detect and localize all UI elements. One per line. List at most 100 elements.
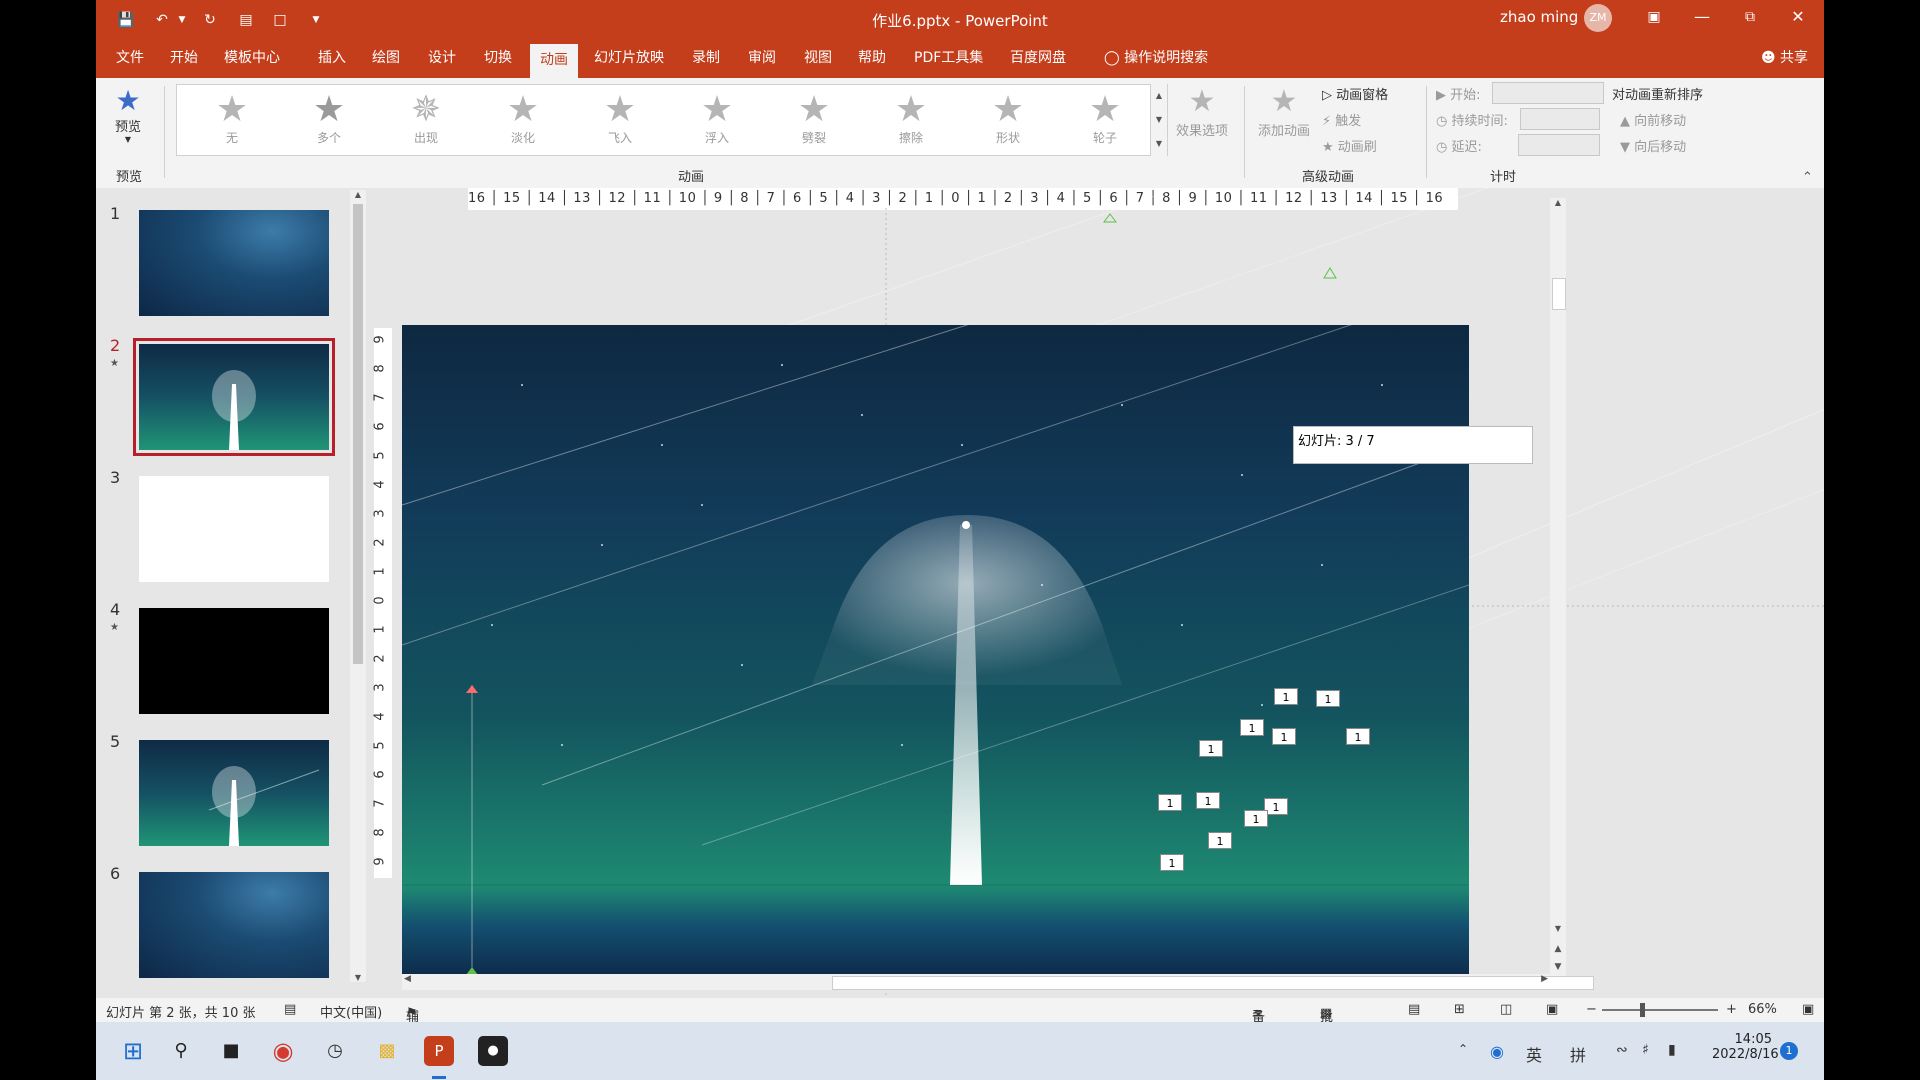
scroll-up-icon[interactable]: ▲ bbox=[1550, 198, 1566, 207]
slide-thumbnail-2[interactable] bbox=[133, 338, 335, 456]
battery-icon[interactable]: ▮ bbox=[1668, 1042, 1676, 1058]
scroll-down-icon[interactable]: ▼ bbox=[1550, 924, 1566, 933]
tell-me-search[interactable]: ◯ 操作说明搜索 bbox=[1094, 40, 1218, 76]
language-indicator[interactable]: 中文(中国) bbox=[320, 1002, 382, 1021]
tab-pdf-tools[interactable]: PDF工具集 bbox=[904, 40, 993, 76]
animation-order-tag[interactable]: 1 bbox=[1199, 740, 1223, 757]
gallery-more-icon[interactable]: ▼ bbox=[1151, 132, 1167, 156]
move-later-button[interactable]: ▼ 向后移动 bbox=[1620, 136, 1686, 155]
wifi-icon[interactable]: ∾ bbox=[1616, 1042, 1628, 1058]
anim-split[interactable]: ★ 劈裂 bbox=[779, 91, 849, 151]
windows-start-icon[interactable]: ⊞ bbox=[118, 1036, 148, 1066]
preview-button[interactable]: ★ 预览 ▼ bbox=[108, 86, 148, 145]
delay-input[interactable] bbox=[1518, 134, 1600, 156]
spellcheck-icon[interactable]: ▤ bbox=[284, 1002, 296, 1017]
slide-thumbnail-6[interactable] bbox=[139, 872, 329, 978]
reading-view-icon[interactable]: ◫ bbox=[1500, 1002, 1512, 1017]
restore-icon[interactable]: ⧉ bbox=[1726, 0, 1774, 36]
zoom-slider[interactable] bbox=[1602, 1009, 1718, 1011]
anim-appear[interactable]: ✵ 出现 bbox=[391, 91, 461, 151]
start-select[interactable] bbox=[1492, 82, 1604, 104]
thumbnails-scrollbar[interactable]: ▲ ▼ bbox=[350, 190, 366, 982]
volume-icon[interactable]: ♯ bbox=[1642, 1042, 1649, 1058]
tab-file[interactable]: 文件 bbox=[106, 40, 154, 76]
zoom-slider-thumb[interactable] bbox=[1640, 1003, 1645, 1017]
notification-badge[interactable]: 1 bbox=[1780, 1042, 1798, 1060]
tab-review[interactable]: 审阅 bbox=[738, 40, 786, 76]
animation-painter-button[interactable]: ★ 动画刷 bbox=[1322, 136, 1377, 155]
chrome-icon[interactable]: ◉ bbox=[268, 1036, 298, 1066]
zoom-level[interactable]: 66% bbox=[1748, 1002, 1777, 1017]
anim-fly-in[interactable]: ★ 飞入 bbox=[585, 91, 655, 151]
tab-transitions[interactable]: 切换 bbox=[474, 40, 522, 76]
animation-pane-button[interactable]: ▷ 动画窗格 bbox=[1322, 84, 1388, 103]
tab-help[interactable]: 帮助 bbox=[848, 40, 896, 76]
tab-draw[interactable]: 绘图 bbox=[362, 40, 410, 76]
avatar[interactable]: ZM bbox=[1584, 4, 1612, 32]
file-explorer-icon[interactable]: ▩ bbox=[372, 1036, 402, 1066]
scroll-thumb[interactable] bbox=[832, 976, 1594, 990]
scroll-right-icon[interactable]: ▶ bbox=[1541, 974, 1548, 984]
minimize-icon[interactable]: — bbox=[1678, 0, 1726, 36]
scroll-left-icon[interactable]: ◀ bbox=[404, 974, 411, 984]
tab-view[interactable]: 视图 bbox=[794, 40, 842, 76]
share-button[interactable]: ☻ 共享 bbox=[1761, 40, 1808, 76]
anim-none[interactable]: ★ 无 bbox=[197, 91, 267, 151]
tab-templates[interactable]: 模板中心 bbox=[214, 40, 290, 76]
animation-order-tag[interactable]: 1 bbox=[1208, 832, 1232, 849]
scroll-thumb[interactable] bbox=[1552, 278, 1566, 310]
slideshow-view-icon[interactable]: ▣ bbox=[1546, 1002, 1558, 1017]
close-icon[interactable]: ✕ bbox=[1774, 0, 1822, 36]
slide-sorter-icon[interactable]: ⊞ bbox=[1454, 1002, 1465, 1017]
zoom-in-icon[interactable]: + bbox=[1726, 1002, 1737, 1017]
slide-thumbnail-3[interactable] bbox=[139, 476, 329, 582]
ribbon-display-icon[interactable]: ▣ bbox=[1630, 0, 1678, 36]
slide-thumbnail-5[interactable] bbox=[139, 740, 329, 846]
clock-app-icon[interactable]: ◷ bbox=[320, 1036, 350, 1066]
microphone-icon[interactable]: ◉ bbox=[1490, 1042, 1504, 1061]
editor-vertical-scrollbar[interactable]: ▲ ▼ ▲ ▼ bbox=[1550, 198, 1566, 978]
clock[interactable]: 14:05 2022/8/16 bbox=[1712, 1032, 1779, 1062]
slide-canvas[interactable] bbox=[402, 325, 1469, 977]
anim-fade[interactable]: ★ 淡化 bbox=[488, 91, 558, 151]
scroll-down-icon[interactable]: ▼ bbox=[350, 973, 366, 982]
ime-pinyin[interactable]: 拼 bbox=[1570, 1042, 1586, 1066]
tray-overflow-icon[interactable]: ⌃ bbox=[1458, 1042, 1468, 1056]
duration-input[interactable] bbox=[1520, 108, 1600, 130]
anim-wheel[interactable]: ★ 轮子 bbox=[1070, 91, 1140, 151]
collapse-ribbon-icon[interactable]: ⌃ bbox=[1802, 170, 1813, 185]
tab-design[interactable]: 设计 bbox=[418, 40, 466, 76]
ime-english[interactable]: 英 bbox=[1526, 1042, 1542, 1066]
tab-slideshow[interactable]: 幻灯片放映 bbox=[584, 40, 674, 76]
scroll-up-icon[interactable]: ▲ bbox=[350, 190, 366, 199]
animation-order-tag[interactable]: 1 bbox=[1346, 728, 1370, 745]
tab-animations[interactable]: 动画 bbox=[530, 44, 578, 78]
animation-order-tag[interactable]: 1 bbox=[1158, 794, 1182, 811]
anim-multiple[interactable]: ★ 多个 bbox=[294, 91, 364, 151]
anim-float-in[interactable]: ★ 浮入 bbox=[682, 91, 752, 151]
scroll-thumb[interactable] bbox=[353, 204, 363, 664]
gallery-down-icon[interactable]: ▼ bbox=[1151, 108, 1167, 132]
next-slide-icon[interactable]: ▼ bbox=[1550, 962, 1566, 972]
gallery-up-icon[interactable]: ▲ bbox=[1151, 84, 1167, 108]
task-view-icon[interactable]: ■ bbox=[216, 1036, 246, 1066]
powerpoint-icon[interactable]: P bbox=[424, 1036, 454, 1066]
animation-order-tag[interactable]: 1 bbox=[1240, 719, 1264, 736]
animation-order-tag[interactable]: 1 bbox=[1274, 688, 1298, 705]
animation-order-tag[interactable]: 1 bbox=[1316, 690, 1340, 707]
animation-order-tag[interactable]: 1 bbox=[1160, 854, 1184, 871]
slide-thumbnail-4[interactable] bbox=[139, 608, 329, 714]
tab-insert[interactable]: 插入 bbox=[308, 40, 356, 76]
trigger-button[interactable]: ⚡ 触发 bbox=[1322, 110, 1361, 129]
tab-baidu-netdisk[interactable]: 百度网盘 bbox=[1000, 40, 1076, 76]
user-name[interactable]: zhao ming bbox=[1500, 8, 1578, 26]
move-earlier-button[interactable]: ▲ 向前移动 bbox=[1620, 110, 1686, 129]
tab-home[interactable]: 开始 bbox=[160, 40, 208, 76]
slide-thumbnail-1[interactable] bbox=[139, 210, 329, 316]
tab-record[interactable]: 录制 bbox=[682, 40, 730, 76]
animation-order-tag[interactable]: 1 bbox=[1196, 792, 1220, 809]
previous-slide-icon[interactable]: ▲ bbox=[1550, 944, 1566, 954]
screen-recorder-icon[interactable]: ● bbox=[478, 1036, 508, 1066]
anim-wipe[interactable]: ★ 擦除 bbox=[876, 91, 946, 151]
animation-order-tag[interactable]: 1 bbox=[1244, 810, 1268, 827]
